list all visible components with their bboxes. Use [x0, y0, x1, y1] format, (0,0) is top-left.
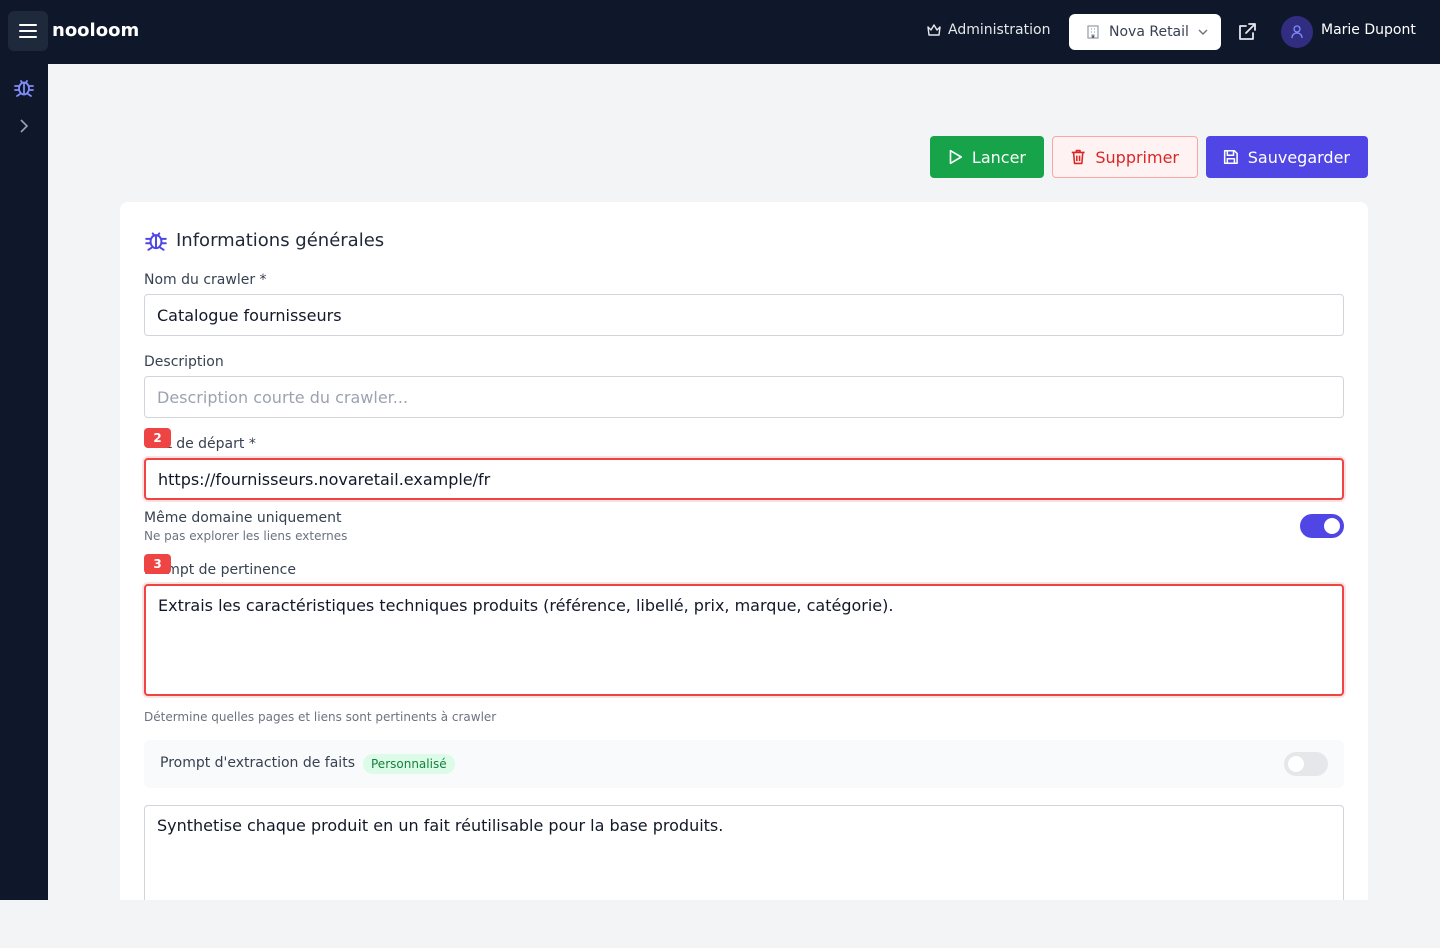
- run-button[interactable]: Lancer: [930, 136, 1044, 178]
- toggle-knob: [1288, 756, 1304, 772]
- chevron-right-icon: [20, 119, 29, 133]
- section-title: Informations générales: [176, 229, 385, 251]
- sidebar-expand-button[interactable]: [16, 118, 32, 138]
- relevance-prompt-hint: Détermine quelles pages et liens sont pe…: [144, 710, 497, 724]
- save-label: Sauvegarder: [1247, 147, 1350, 167]
- user-name[interactable]: Marie Dupont: [1321, 22, 1416, 38]
- administration-link[interactable]: Administration: [926, 22, 1050, 38]
- organization-name: Nova Retail: [1109, 24, 1189, 40]
- avatar[interactable]: [1281, 16, 1313, 48]
- user-icon: [1291, 25, 1303, 39]
- organization-select[interactable]: Nova Retail: [1069, 14, 1221, 50]
- same-domain-hint: Ne pas explorer les liens externes: [144, 529, 348, 543]
- delete-label: Supprimer: [1095, 147, 1179, 167]
- save-icon: [1223, 150, 1238, 164]
- crawler-name-input[interactable]: Catalogue fournisseurs: [144, 294, 1344, 336]
- custom-badge: Personnalisé: [363, 754, 455, 774]
- annotation-badge: 2: [144, 428, 171, 448]
- external-link-icon: [1239, 23, 1256, 40]
- main-content: Lancer Supprimer Sauvegarder Information…: [48, 64, 1440, 900]
- play-icon: [949, 149, 963, 165]
- same-domain-toggle[interactable]: [1300, 514, 1344, 538]
- section-header: Informations générales: [144, 228, 384, 252]
- description-label: Description: [144, 354, 224, 370]
- extraction-prompt-row: Prompt d'extraction de faits Personnalis…: [144, 740, 1344, 788]
- relevance-prompt-textarea[interactable]: Extrais les caractéristiques techniques …: [144, 584, 1344, 696]
- bottom-strip: [0, 900, 1440, 948]
- administration-label: Administration: [948, 22, 1051, 38]
- extraction-prompt-textarea[interactable]: Synthetise chaque produit en un fait réu…: [144, 805, 1344, 900]
- open-external-button[interactable]: [1236, 21, 1258, 47]
- annotation-badge: 3: [144, 554, 171, 574]
- hamburger-menu-button[interactable]: [8, 11, 48, 51]
- toggle-knob: [1324, 518, 1340, 534]
- sidebar-item-crawlers[interactable]: [13, 76, 35, 102]
- crawler-name-label: Nom du crawler *: [144, 272, 267, 288]
- crown-icon: [927, 24, 941, 36]
- same-domain-label: Même domaine uniquement: [144, 510, 342, 526]
- start-url-input[interactable]: https://fournisseurs.novaretail.example/…: [144, 458, 1344, 500]
- menu-icon: [19, 24, 37, 38]
- save-button[interactable]: Sauvegarder: [1206, 136, 1368, 178]
- delete-button[interactable]: Supprimer: [1052, 136, 1198, 178]
- trash-icon: [1071, 149, 1085, 165]
- extraction-prompt-toggle[interactable]: [1284, 752, 1328, 776]
- chevron-down-icon: [1198, 29, 1208, 35]
- bug-icon: [145, 232, 167, 251]
- description-input[interactable]: Description courte du crawler...: [144, 376, 1344, 418]
- extraction-prompt-label: Prompt d'extraction de faits: [160, 755, 355, 771]
- building-icon: [1087, 25, 1099, 39]
- bug-icon: [14, 80, 34, 97]
- run-label: Lancer: [971, 147, 1026, 167]
- brand-logo[interactable]: nooloom: [52, 20, 139, 41]
- sidebar: [0, 64, 48, 900]
- top-navbar: nooloom Administration Nova Retail Marie…: [0, 0, 1440, 64]
- general-info-card: Informations générales Nom du crawler * …: [120, 202, 1368, 900]
